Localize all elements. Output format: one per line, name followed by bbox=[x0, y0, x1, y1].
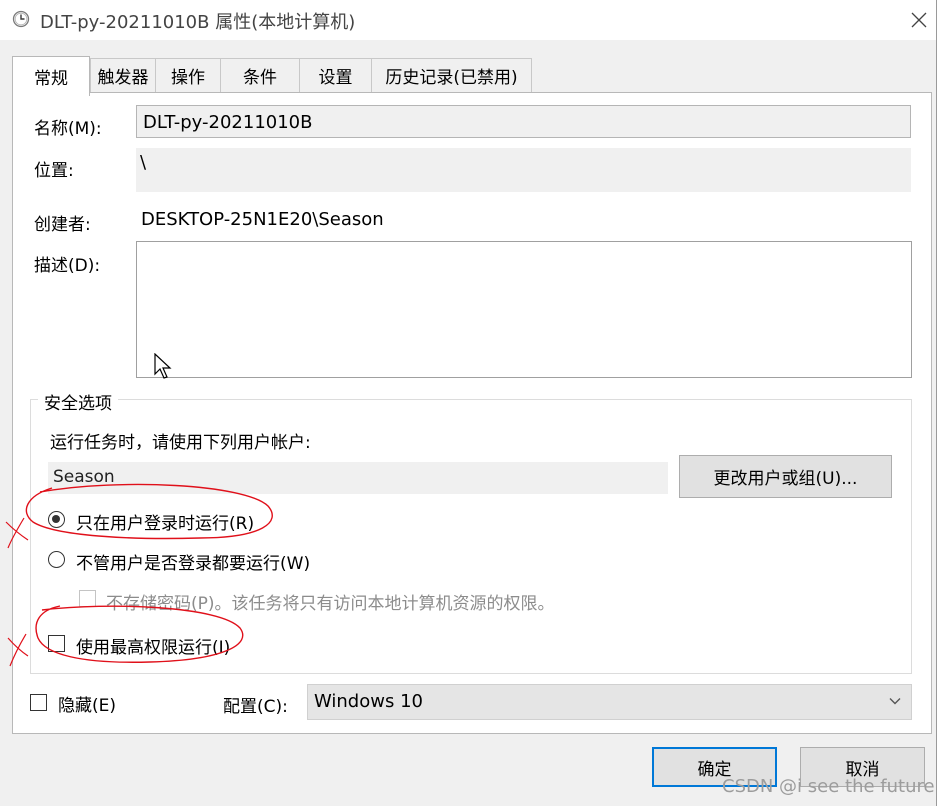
hidden-checkbox[interactable] bbox=[30, 694, 47, 711]
author-label: 创建者: bbox=[34, 215, 91, 235]
tab-history[interactable]: 历史记录(已禁用) bbox=[371, 58, 532, 92]
security-options-title: 安全选项 bbox=[38, 389, 118, 414]
name-field[interactable]: DLT-py-20211010B bbox=[136, 105, 911, 138]
tab-settings[interactable]: 设置 bbox=[299, 58, 372, 92]
description-textarea[interactable] bbox=[136, 241, 912, 378]
location-field: \ bbox=[136, 148, 911, 192]
change-user-button[interactable]: 更改用户或组(U)... bbox=[679, 455, 892, 498]
close-icon bbox=[911, 12, 927, 28]
tab-general[interactable]: 常规 bbox=[12, 56, 90, 96]
run-as-prompt: 运行任务时，请使用下列用户帐户: bbox=[50, 433, 311, 453]
hidden-label[interactable]: 隐藏(E) bbox=[58, 691, 116, 716]
watermark: CSDN @i see the future bbox=[722, 776, 935, 797]
author-value: DESKTOP-25N1E20\Season bbox=[141, 209, 384, 230]
configure-for-label: 配置(C): bbox=[223, 697, 288, 717]
red-annotation-marks bbox=[5, 483, 273, 667]
tab-triggers[interactable]: 触发器 bbox=[90, 58, 156, 92]
name-label: 名称(M): bbox=[34, 119, 102, 139]
location-label: 位置: bbox=[34, 161, 74, 181]
clock-icon bbox=[12, 10, 30, 28]
configure-for-dropdown[interactable]: Windows 10 bbox=[307, 684, 912, 720]
description-label: 描述(D): bbox=[34, 256, 101, 276]
chevron-down-icon bbox=[889, 698, 901, 705]
window-title: DLT-py-20211010B 属性(本地计算机) bbox=[40, 12, 356, 33]
mouse-cursor-icon bbox=[154, 353, 172, 379]
background-window-edge bbox=[936, 0, 946, 806]
tab-conditions[interactable]: 条件 bbox=[220, 58, 300, 92]
tab-actions[interactable]: 操作 bbox=[155, 58, 221, 92]
title-bar: DLT-py-20211010B 属性(本地计算机) bbox=[0, 0, 946, 40]
